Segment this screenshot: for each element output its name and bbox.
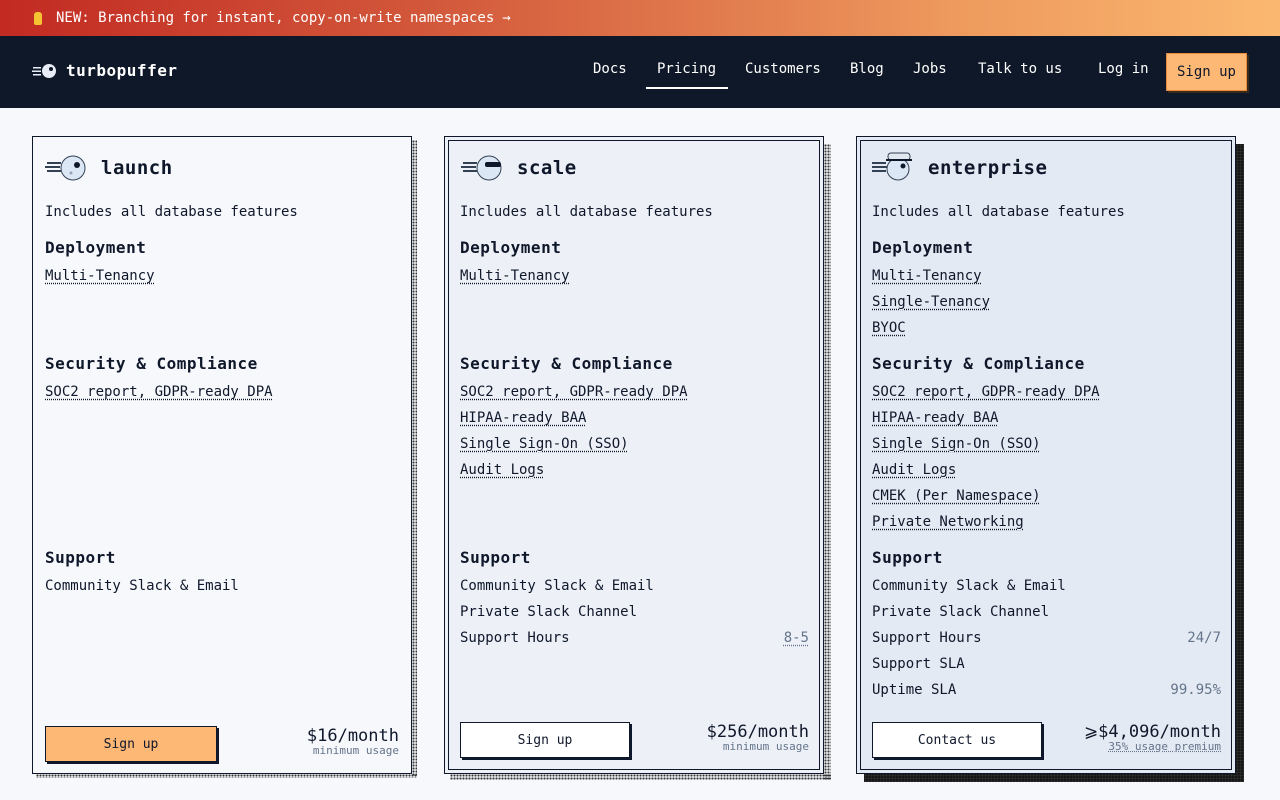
feature-link[interactable]: Multi-Tenancy — [460, 268, 570, 284]
price-amount: $256/month — [706, 722, 809, 742]
card-shadow — [864, 774, 1244, 782]
card-shadow — [824, 144, 831, 780]
nav-customers[interactable]: Customers — [745, 61, 821, 77]
support-heading: Support — [872, 548, 943, 567]
plan-name: launch — [101, 157, 173, 179]
pufferfish-sunglasses-mascot-icon — [461, 155, 502, 181]
deployment-heading: Deployment — [872, 238, 974, 257]
banner-text[interactable]: NEW: Branching for instant, copy-on-writ… — [56, 10, 494, 26]
top-nav: turbopuffer Docs Pricing Customers Blog … — [0, 36, 1280, 108]
feature-link[interactable]: SOC2 report, GDPR-ready DPA — [872, 384, 1100, 400]
security-heading: Security & Compliance — [460, 354, 673, 373]
support-item: Community Slack & Email — [872, 578, 1066, 594]
feature-link[interactable]: Multi-Tenancy — [45, 268, 155, 284]
nav-links: Docs Pricing Customers Blog Jobs Talk to… — [0, 36, 1280, 108]
card-shadow — [450, 774, 831, 780]
feature-link[interactable]: SOC2 report, GDPR-ready DPA — [460, 384, 688, 400]
support-item: Private Slack Channel — [872, 604, 1050, 620]
support-item: Private Slack Channel — [460, 604, 638, 620]
support-item: Support Hours — [872, 630, 982, 646]
price-note: minimum usage — [312, 744, 399, 757]
feature-link[interactable]: HIPAA-ready BAA — [872, 410, 998, 426]
signup-plan-button[interactable]: Sign up — [460, 722, 630, 758]
pufferfish-captain-mascot-icon — [872, 152, 912, 181]
signup-plan-button[interactable]: Sign up — [45, 726, 217, 762]
support-item: Community Slack & Email — [460, 578, 654, 594]
feature-link[interactable]: Single Sign-On (SSO) — [460, 436, 629, 452]
plan-name: enterprise — [928, 157, 1048, 179]
feature-link[interactable]: Multi-Tenancy — [872, 268, 982, 284]
feature-link[interactable]: Private Networking — [872, 514, 1024, 530]
announcement-banner[interactable]: NEW: Branching for instant, copy-on-writ… — [0, 0, 1280, 36]
card-shadow — [1236, 144, 1244, 780]
support-item: Support Hours — [460, 630, 570, 646]
plan-name: scale — [517, 157, 577, 179]
feature-link[interactable]: Audit Logs — [872, 462, 956, 478]
support-item: Support SLA — [872, 656, 965, 672]
support-item: Community Slack & Email — [45, 578, 239, 594]
nav-jobs[interactable]: Jobs — [913, 61, 947, 77]
security-heading: Security & Compliance — [45, 354, 258, 373]
support-value: 24/7 — [1187, 630, 1221, 646]
nav-talk-to-us[interactable]: Talk to us — [978, 61, 1062, 77]
price-amount: ⩾$4,096/month — [1083, 722, 1221, 742]
feature-link[interactable]: BYOC — [872, 320, 906, 336]
plan-price: ⩾$4,096/month 35% usage premium — [1084, 722, 1221, 753]
feature-link[interactable]: Audit Logs — [460, 462, 544, 478]
plan-card-launch: launch Includes all database features De… — [32, 136, 412, 774]
nav-blog[interactable]: Blog — [850, 61, 884, 77]
support-heading: Support — [45, 548, 116, 567]
contact-us-button[interactable]: Contact us — [872, 722, 1042, 758]
login-link[interactable]: Log in — [1098, 61, 1149, 77]
bulb-icon — [34, 11, 42, 25]
feature-link[interactable]: CMEK (Per Namespace) — [872, 488, 1041, 504]
support-value: 99.95% — [1170, 682, 1221, 698]
plan-header: launch — [45, 153, 173, 183]
feature-link[interactable]: SOC2 report, GDPR-ready DPA — [45, 384, 273, 400]
arrow-right-icon: → — [502, 10, 511, 26]
feature-link[interactable]: Single-Tenancy — [872, 294, 990, 310]
deployment-heading: Deployment — [45, 238, 147, 257]
signup-button[interactable]: Sign up — [1166, 53, 1247, 91]
plan-price: $16/month minimum usage — [307, 726, 399, 757]
plan-header: enterprise — [872, 152, 1048, 183]
nav-docs[interactable]: Docs — [593, 61, 627, 77]
plan-card-scale: scale Includes all database features Dep… — [444, 136, 824, 774]
security-heading: Security & Compliance — [872, 354, 1085, 373]
feature-link[interactable]: HIPAA-ready BAA — [460, 410, 586, 426]
plan-description: Includes all database features — [872, 204, 1125, 220]
plan-description: Includes all database features — [460, 204, 713, 220]
support-heading: Support — [460, 548, 531, 567]
deployment-heading: Deployment — [460, 238, 562, 257]
price-amount: $16/month — [306, 726, 399, 746]
pufferfish-mascot-icon — [45, 155, 86, 181]
nav-pricing[interactable]: Pricing — [645, 61, 729, 89]
support-item: Uptime SLA — [872, 682, 957, 698]
plan-header: scale — [461, 153, 577, 183]
plan-card-enterprise: enterprise Includes all database feature… — [856, 136, 1236, 774]
card-shadow — [412, 140, 417, 776]
plan-price: $256/month minimum usage — [707, 722, 809, 753]
feature-link[interactable]: Single Sign-On (SSO) — [872, 436, 1041, 452]
card-shadow — [36, 774, 417, 778]
plan-description: Includes all database features — [45, 204, 298, 220]
support-value[interactable]: 8-5 — [784, 630, 809, 646]
